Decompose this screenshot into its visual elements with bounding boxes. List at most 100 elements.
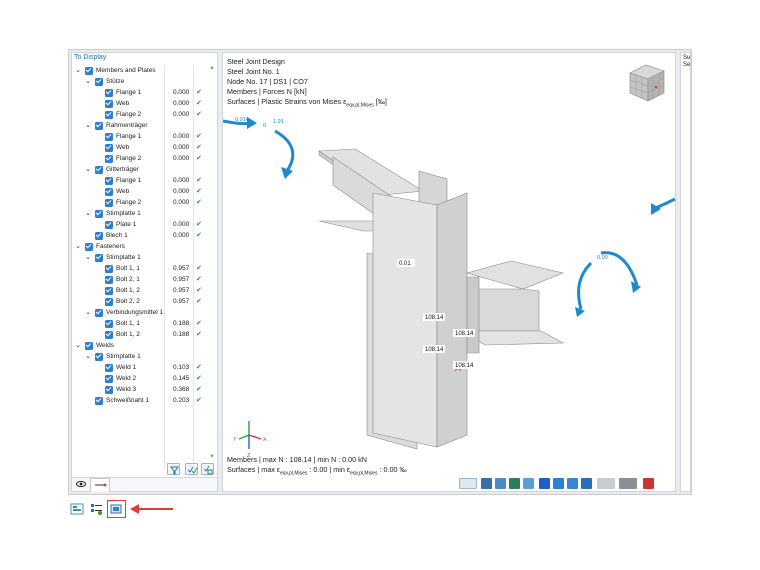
- data-tab[interactable]: [70, 502, 84, 516]
- tree-item[interactable]: Web 0.000 ✔: [72, 98, 209, 109]
- view-button[interactable]: [523, 478, 534, 489]
- checkbox[interactable]: [85, 341, 93, 350]
- tree-item[interactable]: ⌄ Fasteners: [72, 241, 209, 252]
- tree-item[interactable]: ⌄ Stirnplatte 1: [72, 351, 209, 362]
- panel-tab-bar: [72, 477, 217, 492]
- tree-item[interactable]: ⌄ Members and Plates: [72, 65, 209, 76]
- display-tab[interactable]: [89, 502, 103, 516]
- tree-item[interactable]: Bolt 2, 2 0.957 ✔: [72, 296, 209, 307]
- tree-item[interactable]: ⌄ Verbindungsmittel 1: [72, 307, 209, 318]
- tree-item[interactable]: ⌄ Gitterträger: [72, 164, 209, 175]
- checkbox[interactable]: [95, 77, 103, 86]
- tree-item[interactable]: Bolt 1, 1 0.957 ✔: [72, 263, 209, 274]
- tree-item[interactable]: Bolt 1, 1 0.188 ✔: [72, 318, 209, 329]
- arrow-mode-button[interactable]: [459, 478, 477, 489]
- checkbox[interactable]: [105, 110, 113, 119]
- checkbox[interactable]: [105, 132, 113, 141]
- view-button[interactable]: [581, 478, 592, 489]
- checkbox[interactable]: [105, 286, 113, 295]
- checkbox[interactable]: [95, 209, 103, 218]
- chevron-down-icon[interactable]: ⌄: [74, 65, 82, 76]
- tree-item[interactable]: Bolt 1, 2 0.957 ✔: [72, 285, 209, 296]
- checkbox[interactable]: [105, 330, 113, 339]
- tree-item[interactable]: Web 0.000 ✔: [72, 186, 209, 197]
- checkbox[interactable]: [105, 143, 113, 152]
- checkbox[interactable]: [95, 352, 103, 361]
- checkbox[interactable]: [105, 297, 113, 306]
- view-button[interactable]: [495, 478, 506, 489]
- scroll-up-icon[interactable]: ▲: [208, 65, 216, 71]
- checkbox[interactable]: [105, 176, 113, 185]
- tree-item[interactable]: Blech 1 0.000 ✔: [72, 230, 209, 241]
- chevron-down-icon[interactable]: ⌄: [84, 76, 92, 87]
- members-tab[interactable]: [90, 478, 110, 492]
- chevron-down-icon[interactable]: ⌄: [84, 307, 92, 318]
- print-button[interactable]: [619, 478, 637, 489]
- tree-item[interactable]: Flange 1 0.000 ✔: [72, 175, 209, 186]
- chevron-down-icon[interactable]: ⌄: [84, 120, 92, 131]
- checkbox[interactable]: [105, 264, 113, 273]
- display-options-button[interactable]: [597, 478, 615, 489]
- tree-item[interactable]: ⌄ Welds: [72, 340, 209, 351]
- checkbox[interactable]: [95, 396, 103, 405]
- tree-item[interactable]: ⌄ Stirnplatte 1: [72, 252, 209, 263]
- view-button[interactable]: [567, 478, 578, 489]
- view-button[interactable]: [553, 478, 564, 489]
- tree-item[interactable]: Schweißnaht 1 0.203 ✔: [72, 395, 209, 406]
- joint-model[interactable]: 0.01 108.14 108.14 108.14 108.14 0.014 0…: [223, 113, 677, 463]
- checkbox[interactable]: [105, 319, 113, 328]
- tree-item-label: Verbindungsmittel 1: [106, 309, 164, 316]
- checkbox[interactable]: [105, 385, 113, 394]
- tree-item[interactable]: ⌄ Stütze: [72, 76, 209, 87]
- filter-button[interactable]: [167, 463, 180, 475]
- chevron-down-icon[interactable]: ⌄: [84, 164, 92, 175]
- tree-item[interactable]: ⌄ Stirnplatte 1: [72, 208, 209, 219]
- checkbox[interactable]: [95, 253, 103, 262]
- chevron-down-icon[interactable]: ⌄: [74, 340, 82, 351]
- view-button[interactable]: [539, 478, 550, 489]
- toggle-check-button[interactable]: [201, 463, 214, 475]
- tree-item[interactable]: Flange 2 0.000 ✔: [72, 109, 209, 120]
- scroll-down-icon[interactable]: ▼: [208, 454, 216, 460]
- reset-button[interactable]: [643, 478, 654, 489]
- checkbox[interactable]: [105, 363, 113, 372]
- checkbox[interactable]: [105, 198, 113, 207]
- view-button[interactable]: [509, 478, 520, 489]
- checkbox[interactable]: [85, 66, 93, 75]
- tree-item[interactable]: Flange 2 0.000 ✔: [72, 153, 209, 164]
- tree-item[interactable]: Flange 1 0.000 ✔: [72, 87, 209, 98]
- checkbox[interactable]: [95, 165, 103, 174]
- checkbox[interactable]: [85, 242, 93, 251]
- chevron-down-icon[interactable]: ⌄: [74, 241, 82, 252]
- checkbox[interactable]: [105, 275, 113, 284]
- checkbox[interactable]: [95, 308, 103, 317]
- tree-item[interactable]: Weld 2 0.145 ✔: [72, 373, 209, 384]
- view-cube-icon[interactable]: [624, 61, 670, 105]
- tree-item[interactable]: Plate 1 0.000 ✔: [72, 219, 209, 230]
- tree-item[interactable]: Flange 2 0.000 ✔: [72, 197, 209, 208]
- tree-item[interactable]: Bolt 1, 2 0.188 ✔: [72, 329, 209, 340]
- tree-item[interactable]: Bolt 2, 1 0.957 ✔: [72, 274, 209, 285]
- tree-scrollbar[interactable]: ▲ ▼: [208, 65, 216, 460]
- tree-item[interactable]: Flange 1 0.000 ✔: [72, 131, 209, 142]
- 3d-viewport[interactable]: Steel Joint Design Steel Joint No. 1 Nod…: [222, 52, 676, 492]
- chevron-down-icon[interactable]: ⌄: [84, 252, 92, 263]
- checkbox[interactable]: [105, 187, 113, 196]
- chevron-down-icon[interactable]: ⌄: [84, 351, 92, 362]
- tree-item[interactable]: Web 0.000 ✔: [72, 142, 209, 153]
- checkbox[interactable]: [105, 88, 113, 97]
- checkbox[interactable]: [105, 220, 113, 229]
- checkbox[interactable]: [95, 121, 103, 130]
- checkbox[interactable]: [105, 99, 113, 108]
- view-button[interactable]: [481, 478, 492, 489]
- check-all-button[interactable]: [185, 463, 198, 475]
- eye-icon[interactable]: [76, 480, 86, 488]
- right-panel-collapsed[interactable]: Su Se: [680, 52, 691, 492]
- tree-item[interactable]: Weld 3 0.368 ✔: [72, 384, 209, 395]
- checkbox[interactable]: [105, 374, 113, 383]
- tree-item[interactable]: Weld 1 0.103 ✔: [72, 362, 209, 373]
- chevron-down-icon[interactable]: ⌄: [84, 208, 92, 219]
- tree-item[interactable]: ⌄ Rahmenträger: [72, 120, 209, 131]
- checkbox[interactable]: [95, 231, 103, 240]
- checkbox[interactable]: [105, 154, 113, 163]
